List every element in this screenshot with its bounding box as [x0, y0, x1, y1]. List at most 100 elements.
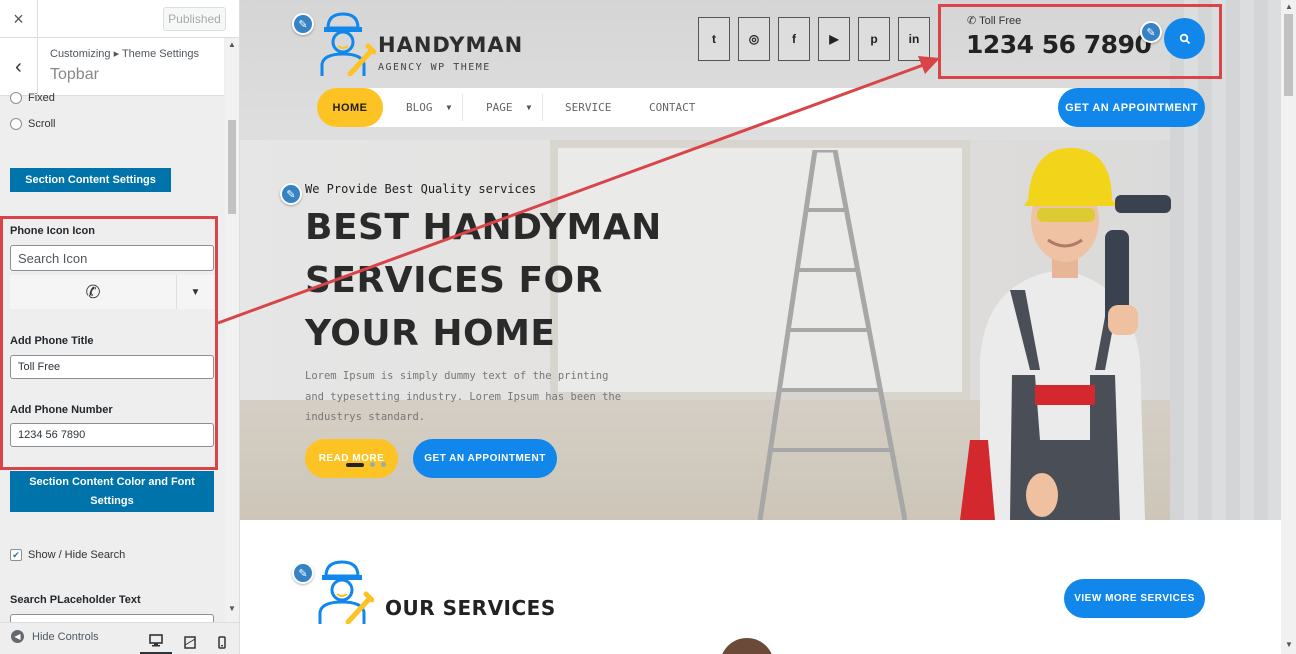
read-more-button[interactable]: READ MORE	[305, 439, 398, 478]
hide-controls-button[interactable]: ◀ Hide Controls	[11, 630, 99, 643]
phone-title-value: Toll Free	[18, 361, 61, 373]
scrollbar-thumb[interactable]	[1284, 14, 1293, 96]
mobile-icon	[218, 635, 226, 649]
breadcrumb: Customizing ▸ Theme Settings	[50, 48, 199, 60]
caret-down-icon: ▼	[446, 103, 452, 112]
topbar-phone-title: ✆ Toll Free	[967, 14, 1021, 27]
preview-scrollbar[interactable]: ▲ ▼	[1281, 0, 1296, 654]
radio-label-fixed: Fixed	[28, 92, 55, 104]
chevron-down-icon[interactable]: ▼	[176, 275, 214, 309]
phone-number-label: Add Phone Number	[10, 404, 113, 416]
phone-title-label: Add Phone Title	[10, 335, 94, 347]
tablet-icon	[184, 635, 196, 649]
hero-appointment-button[interactable]: GET AN APPOINTMENT	[413, 439, 557, 478]
nav-item-service[interactable]: SERVICE	[565, 88, 611, 127]
customizer-footer: ◀ Hide Controls	[0, 622, 239, 654]
scroll-up-icon[interactable]: ▲	[1285, 2, 1293, 11]
nav-item-home[interactable]: HOME	[317, 88, 383, 127]
slider-dot[interactable]	[381, 462, 386, 467]
icon-search-input[interactable]: Search Icon	[10, 245, 214, 271]
customizer-header: × Published	[0, 0, 239, 38]
show-hide-search-toggle[interactable]: ✔ Show / Hide Search	[10, 549, 125, 561]
handyman-logo	[320, 12, 376, 76]
color-font-settings-button[interactable]: Section Content Color and Font Settings	[10, 471, 214, 512]
radio-scroll[interactable]: Scroll	[10, 118, 56, 130]
brand-name[interactable]: HANDYMAN	[378, 33, 523, 57]
nav-label-blog: BLOG	[406, 101, 433, 114]
nav-item-contact[interactable]: CONTACT	[649, 88, 695, 127]
site-preview: HANDYMAN AGENCY WP THEME t ◎ f ▶ p in ✆ …	[240, 0, 1296, 654]
phone-title-field[interactable]: Toll Free	[10, 355, 214, 379]
slider-pagination	[346, 462, 386, 467]
collapse-icon: ◀	[11, 630, 24, 643]
customizer-sidebar: × Published ‹ Customizing ▸ Theme Settin…	[0, 0, 240, 654]
nav-item-page[interactable]: PAGE ▼	[486, 88, 531, 127]
hero-subtitle: We Provide Best Quality services	[305, 182, 537, 196]
radio-button[interactable]	[10, 118, 22, 130]
icon-picker[interactable]: ✆ ▼	[10, 275, 214, 309]
edit-shortcut-icon[interactable]: ✎	[280, 183, 302, 205]
sidebar-scrollbar[interactable]: ▲ ▼	[225, 38, 239, 622]
radio-fixed[interactable]: Fixed	[10, 92, 55, 104]
facebook-icon[interactable]: f	[778, 17, 810, 61]
nav-item-blog[interactable]: BLOG ▼	[406, 88, 451, 127]
slider-dot[interactable]	[370, 462, 375, 467]
linkedin-icon[interactable]: in	[898, 17, 930, 61]
youtube-icon[interactable]: ▶	[818, 17, 850, 61]
section-content-settings-button[interactable]: Section Content Settings	[10, 168, 171, 192]
search-button[interactable]	[1164, 18, 1205, 59]
edit-shortcut-icon[interactable]: ✎	[1140, 21, 1162, 43]
close-icon: ×	[13, 8, 24, 29]
scrollbar-thumb[interactable]	[228, 120, 236, 214]
mobile-preview-button[interactable]	[206, 629, 238, 654]
hero-description: Lorem Ipsum is simply dummy text of the …	[305, 370, 622, 423]
phone-icon-label: Phone Icon Icon	[10, 225, 95, 237]
radio-button[interactable]	[10, 92, 22, 104]
caret-down-icon: ▼	[526, 103, 532, 112]
search-icon	[1179, 33, 1190, 44]
slider-dot-active[interactable]	[346, 462, 364, 467]
nav-divider	[542, 94, 543, 121]
instagram-icon[interactable]: ◎	[738, 17, 770, 61]
checkbox-checked[interactable]: ✔	[10, 549, 22, 561]
hide-controls-label: Hide Controls	[32, 630, 99, 643]
phone-icon: ✆	[967, 15, 977, 27]
topbar-phone-title-text: Toll Free	[979, 15, 1022, 27]
panel-title: Topbar	[50, 66, 99, 83]
get-appointment-button[interactable]: GET AN APPOINTMENT	[1058, 88, 1205, 127]
pinterest-icon[interactable]: p	[858, 17, 890, 61]
phone-volume-icon[interactable]: ✆	[10, 275, 176, 309]
edit-shortcut-icon[interactable]: ✎	[292, 562, 314, 584]
chevron-left-icon: ‹	[15, 55, 22, 78]
team-member-image	[720, 638, 774, 654]
topbar-phone-number[interactable]: 1234 56 7890	[966, 30, 1152, 59]
nav-label-page: PAGE	[486, 101, 513, 114]
radio-label-scroll: Scroll	[28, 118, 56, 130]
hero-section: HANDYMAN AGENCY WP THEME t ◎ f ▶ p in ✆ …	[240, 0, 1281, 520]
main-navigation: HOME BLOG ▼ PAGE ▼ SERVICE CONTACT GET AN …	[317, 88, 1205, 127]
icon-search-placeholder: Search Icon	[18, 250, 88, 266]
search-placeholder-label: Search PLaceholder Text	[10, 594, 141, 606]
phone-number-value: 1234 56 7890	[18, 429, 86, 441]
search-placeholder-input[interactable]	[10, 614, 214, 622]
edit-shortcut-icon[interactable]: ✎	[292, 13, 314, 35]
back-button[interactable]: ‹	[0, 38, 38, 96]
scroll-down-icon[interactable]: ▼	[228, 604, 236, 613]
close-customizer-button[interactable]: ×	[0, 0, 38, 38]
hero-title: BEST HANDYMAN SERVICES FOR YOUR HOME	[305, 207, 662, 354]
tablet-preview-button[interactable]	[174, 629, 206, 654]
handyman-worker-image	[960, 147, 1171, 520]
desktop-preview-button[interactable]	[140, 629, 172, 654]
desktop-icon	[149, 634, 163, 647]
phone-number-field[interactable]: 1234 56 7890	[10, 423, 214, 447]
scroll-up-icon[interactable]: ▲	[228, 40, 236, 49]
scroll-down-icon[interactable]: ▼	[1285, 640, 1293, 649]
services-title: OUR SERVICES	[385, 596, 556, 620]
panel-header: ‹ Customizing ▸ Theme Settings Topbar	[0, 38, 224, 96]
twitter-icon[interactable]: t	[698, 17, 730, 61]
brand-tagline: AGENCY WP THEME	[378, 62, 491, 73]
view-more-services-button[interactable]: VIEW MORE SERVICES	[1064, 579, 1205, 618]
services-logo	[318, 560, 374, 624]
published-button[interactable]: Published	[163, 7, 226, 31]
nav-divider	[462, 94, 463, 121]
